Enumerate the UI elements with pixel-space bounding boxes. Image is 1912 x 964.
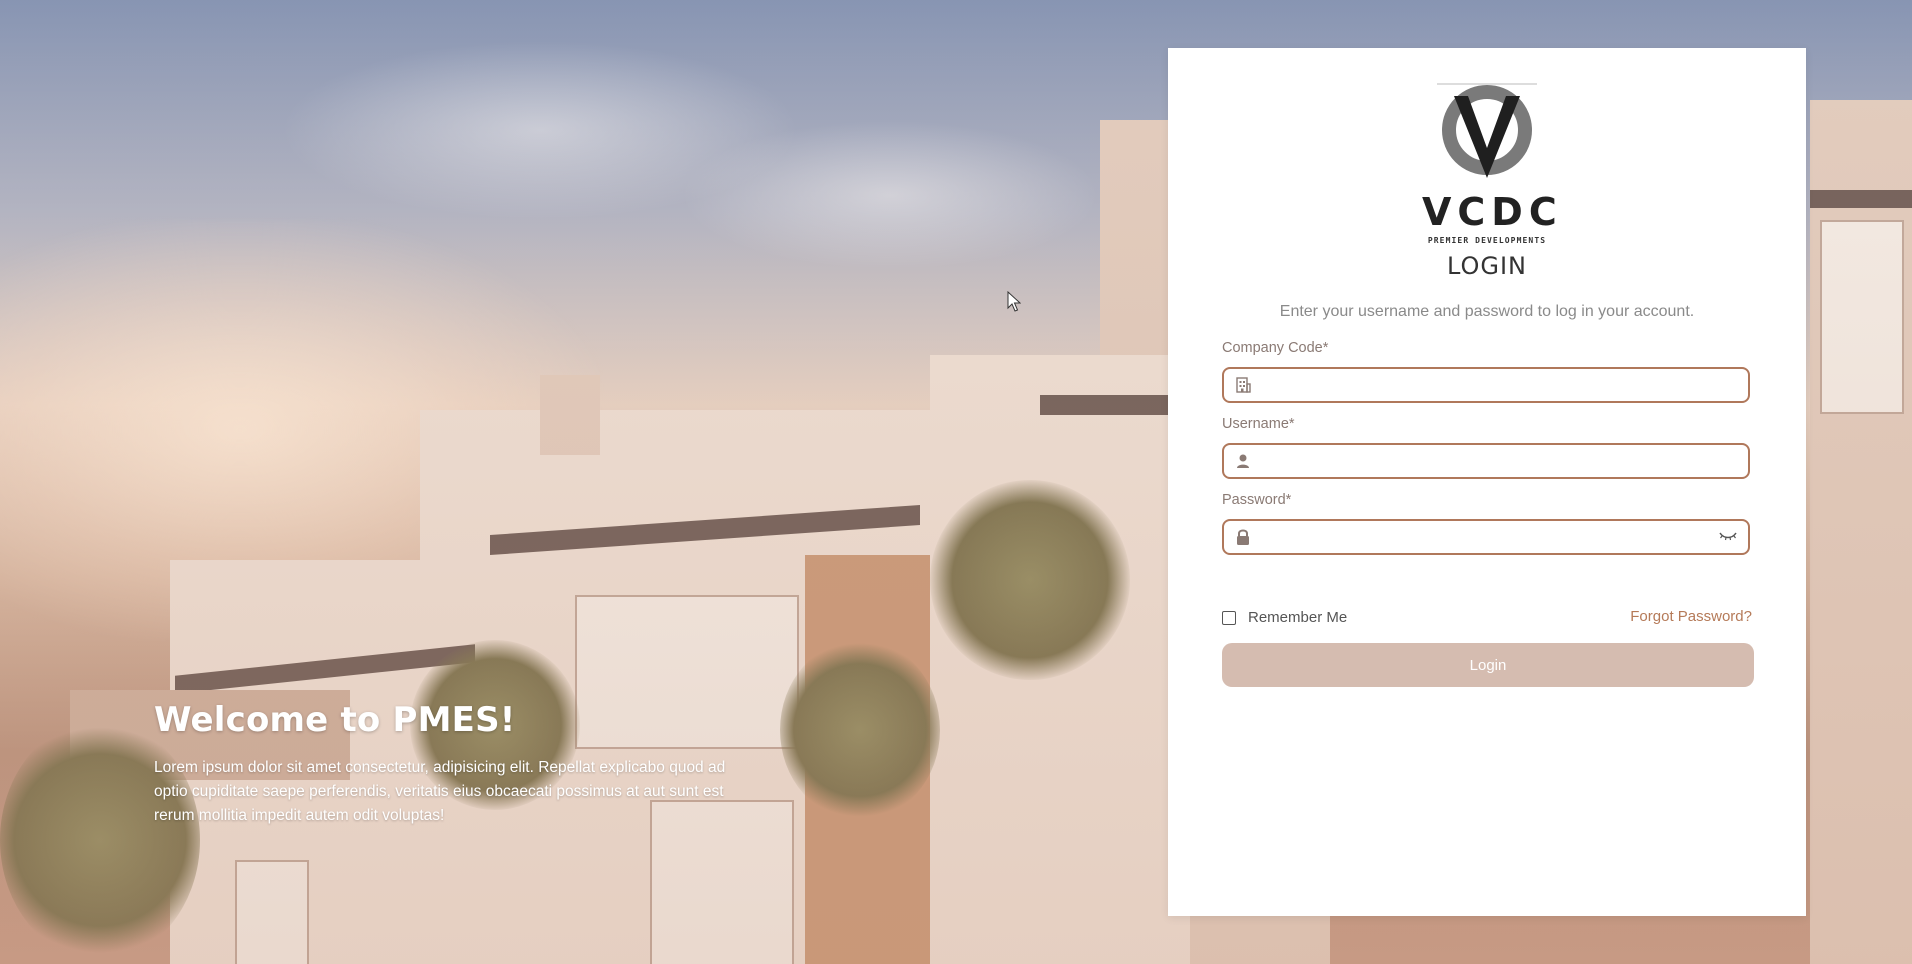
username-input[interactable] xyxy=(1264,445,1718,479)
company-code-field[interactable] xyxy=(1222,367,1750,403)
building-icon xyxy=(1236,377,1251,393)
remember-me-checkbox[interactable] xyxy=(1222,610,1236,625)
remember-me[interactable]: Remember Me xyxy=(1222,609,1347,626)
logo-mark-icon xyxy=(1437,83,1537,178)
welcome-section: Welcome to PMES! Lorem ipsum dolor sit a… xyxy=(154,700,754,828)
vcdc-logo: VCDC PREMIER DEVELOPMENTS xyxy=(1422,78,1563,245)
login-button[interactable]: Login xyxy=(1222,643,1754,687)
user-icon xyxy=(1237,454,1249,468)
company-code-input[interactable] xyxy=(1264,369,1718,403)
eye-closed-icon[interactable] xyxy=(1718,529,1738,543)
username-label: Username* xyxy=(1222,416,1295,432)
welcome-text: Lorem ipsum dolor sit amet consectetur, … xyxy=(154,759,726,824)
mouse-cursor-icon xyxy=(1007,291,1021,312)
login-card: VCDC PREMIER DEVELOPMENTS LOGIN Enter yo… xyxy=(1168,48,1806,916)
logo-tagline: PREMIER DEVELOPMENTS xyxy=(1427,236,1547,245)
company-code-label: Company Code* xyxy=(1222,340,1329,356)
login-title: LOGIN xyxy=(1446,252,1528,280)
lock-icon xyxy=(1237,529,1249,545)
remember-me-label[interactable]: Remember Me xyxy=(1248,609,1347,626)
welcome-title: Welcome to PMES! xyxy=(154,700,516,740)
password-label: Password* xyxy=(1222,492,1292,508)
login-subtitle: Enter your username and password to log … xyxy=(1279,303,1695,320)
password-field[interactable] xyxy=(1222,519,1750,555)
forgot-password-link[interactable]: Forgot Password? xyxy=(1630,608,1752,625)
username-field[interactable] xyxy=(1222,443,1750,479)
logo-name: VCDC xyxy=(1422,190,1563,234)
password-input[interactable] xyxy=(1264,521,1718,555)
